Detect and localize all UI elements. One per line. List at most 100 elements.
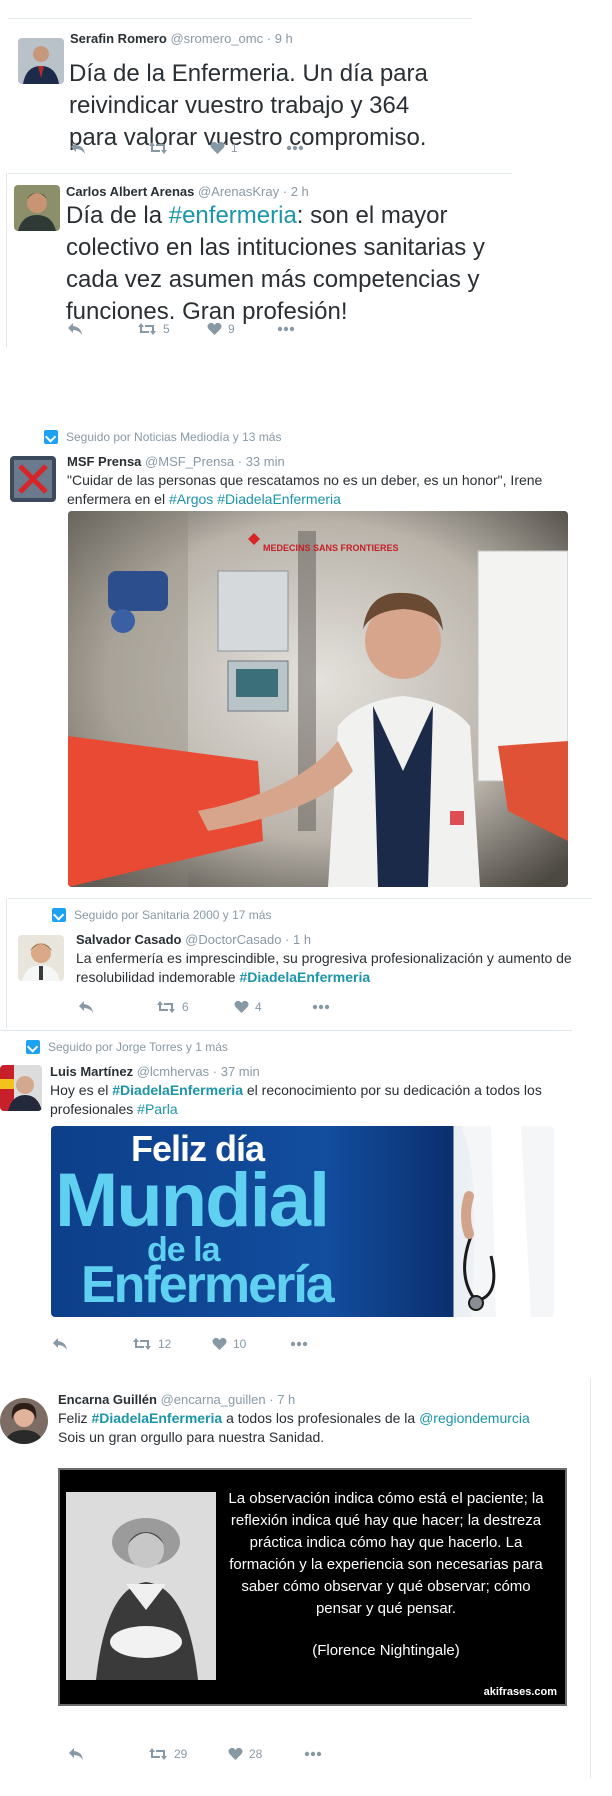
reply-button[interactable] xyxy=(70,141,148,155)
retweet-count: 6 xyxy=(182,1000,189,1014)
tweet-actions: 1 xyxy=(70,138,304,158)
like-count: 28 xyxy=(249,1747,263,1761)
reply-icon xyxy=(69,1748,83,1760)
tweet-actions: 5 9 xyxy=(67,319,295,339)
avatar[interactable] xyxy=(0,1065,42,1111)
top-divider xyxy=(8,898,592,899)
like-icon xyxy=(212,1337,227,1350)
reply-button[interactable] xyxy=(67,322,137,336)
like-button[interactable]: 4 xyxy=(234,1000,312,1014)
tweet-header: Encarna Guillén @encarna_guillen · 7 h xyxy=(58,1392,296,1407)
hashtag-link[interactable]: #Parla xyxy=(137,1101,177,1117)
author-name[interactable]: Luis Martínez xyxy=(50,1064,133,1079)
tweet-header: MSF Prensa @MSF_Prensa · 33 min xyxy=(67,454,285,469)
tweet-msf: Seguido por Noticias Mediodía y 13 más M… xyxy=(0,418,568,896)
tweet-header: Salvador Casado @DoctorCasado · 1 h xyxy=(76,932,312,947)
author-name[interactable]: Encarna Guillén xyxy=(58,1392,157,1407)
author-name[interactable]: Salvador Casado xyxy=(76,932,182,947)
followed-icon xyxy=(52,908,66,922)
reply-button[interactable] xyxy=(68,1747,148,1761)
more-icon xyxy=(312,1004,330,1010)
retweet-button[interactable]: 29 xyxy=(148,1747,228,1761)
more-icon xyxy=(277,326,295,332)
tweet-photo[interactable]: MEDECINS SANS FRONTIERES xyxy=(68,511,568,887)
more-button[interactable] xyxy=(286,145,304,151)
author-name[interactable]: MSF Prensa xyxy=(67,454,141,469)
retweet-button[interactable] xyxy=(148,141,210,155)
like-count: 10 xyxy=(233,1337,247,1351)
more-icon xyxy=(304,1751,322,1757)
like-button[interactable]: 9 xyxy=(207,322,277,336)
timestamp[interactable]: 2 h xyxy=(291,184,309,199)
top-divider xyxy=(0,1030,572,1031)
timestamp[interactable]: 37 min xyxy=(221,1064,260,1079)
author-handle[interactable]: @MSF_Prensa xyxy=(145,454,234,469)
more-button[interactable] xyxy=(304,1751,322,1757)
avatar[interactable] xyxy=(18,38,64,84)
timestamp[interactable]: 1 h xyxy=(293,932,311,947)
retweet-count: 29 xyxy=(174,1747,188,1761)
like-count: 1 xyxy=(231,141,238,155)
author-name[interactable]: Serafin Romero xyxy=(70,31,167,46)
tweet-header: Luis Martínez @lcmhervas · 37 min xyxy=(50,1064,260,1079)
retweet-button[interactable]: 12 xyxy=(132,1337,212,1351)
reply-button[interactable] xyxy=(78,1000,156,1014)
hashtag-link[interactable]: #DiadelaEnfermeria xyxy=(217,491,341,507)
left-border xyxy=(6,173,7,347)
banner-line-4: Enfermería xyxy=(81,1256,335,1314)
like-icon xyxy=(207,322,222,335)
author-name[interactable]: Carlos Albert Arenas xyxy=(66,184,194,199)
author-handle[interactable]: @encarna_guillen xyxy=(161,1392,266,1407)
tweet-text: "Cuidar de las personas que rescatamos n… xyxy=(67,472,543,507)
hashtag-link[interactable]: #DiadelaEnfermeria xyxy=(112,1082,243,1098)
mention-link[interactable]: @regiondemurcia xyxy=(419,1410,530,1426)
retweet-button[interactable]: 6 xyxy=(156,1000,234,1014)
like-icon xyxy=(228,1747,243,1760)
author-handle[interactable]: @lcmhervas xyxy=(137,1064,209,1079)
right-border xyxy=(590,1378,591,1778)
like-button[interactable]: 1 xyxy=(210,141,286,155)
avatar[interactable] xyxy=(10,456,56,502)
author-handle[interactable]: @ArenasKray xyxy=(198,184,279,199)
tweet-photo[interactable]: Feliz día Mundial de la Enfermería xyxy=(51,1126,554,1317)
hashtag-link[interactable]: #enfermeria xyxy=(169,202,297,229)
like-button[interactable]: 10 xyxy=(212,1337,290,1351)
retweet-icon xyxy=(133,1338,151,1350)
tweet-text: Feliz #DiadelaEnfermeria a todos los pro… xyxy=(58,1410,530,1445)
hashtag-link[interactable]: #Argos xyxy=(169,491,213,507)
like-icon xyxy=(210,141,225,154)
hashtag-link[interactable]: #DiadelaEnfermeria xyxy=(239,969,370,985)
tweet-serafin: Serafin Romero @sromero_omc · 9 h Día de… xyxy=(0,18,472,178)
tweet-photo[interactable]: La observación indica cómo está el pacie… xyxy=(58,1468,567,1706)
retweet-count: 5 xyxy=(163,322,170,336)
reply-icon xyxy=(79,1001,93,1013)
avatar[interactable] xyxy=(0,1398,48,1444)
like-button[interactable]: 28 xyxy=(228,1747,304,1761)
more-button[interactable] xyxy=(312,1004,330,1010)
more-button[interactable] xyxy=(290,1341,308,1347)
tweet-text: La enfermería es imprescindible, su prog… xyxy=(76,950,572,985)
reply-button[interactable] xyxy=(52,1337,132,1351)
author-handle[interactable]: @sromero_omc xyxy=(170,31,263,46)
retweet-button[interactable]: 5 xyxy=(137,322,207,336)
avatar[interactable] xyxy=(18,935,64,981)
more-button[interactable] xyxy=(277,326,295,332)
followed-by-line: Seguido por Sanitaria 2000 y 17 más xyxy=(52,908,271,922)
retweet-icon xyxy=(138,323,156,335)
reply-icon xyxy=(68,323,82,335)
hashtag-link[interactable]: #DiadelaEnfermeria xyxy=(91,1410,222,1426)
like-count: 4 xyxy=(255,1000,262,1014)
timestamp[interactable]: 9 h xyxy=(275,31,293,46)
photo-label: MEDECINS SANS FRONTIERES xyxy=(263,543,399,553)
followed-icon xyxy=(26,1040,40,1054)
tweet-text: Hoy es el #DiadelaEnfermeria el reconoci… xyxy=(50,1082,542,1117)
timestamp[interactable]: 33 min xyxy=(246,454,285,469)
avatar[interactable] xyxy=(14,185,60,231)
followed-icon xyxy=(44,430,58,444)
retweet-icon xyxy=(149,142,167,154)
tweet-actions: 6 4 xyxy=(78,997,330,1017)
timestamp[interactable]: 7 h xyxy=(277,1392,295,1407)
tweet-actions: 12 10 xyxy=(52,1334,308,1354)
author-handle[interactable]: @DoctorCasado xyxy=(185,932,281,947)
watermark: akifrases.com xyxy=(483,1686,557,1698)
